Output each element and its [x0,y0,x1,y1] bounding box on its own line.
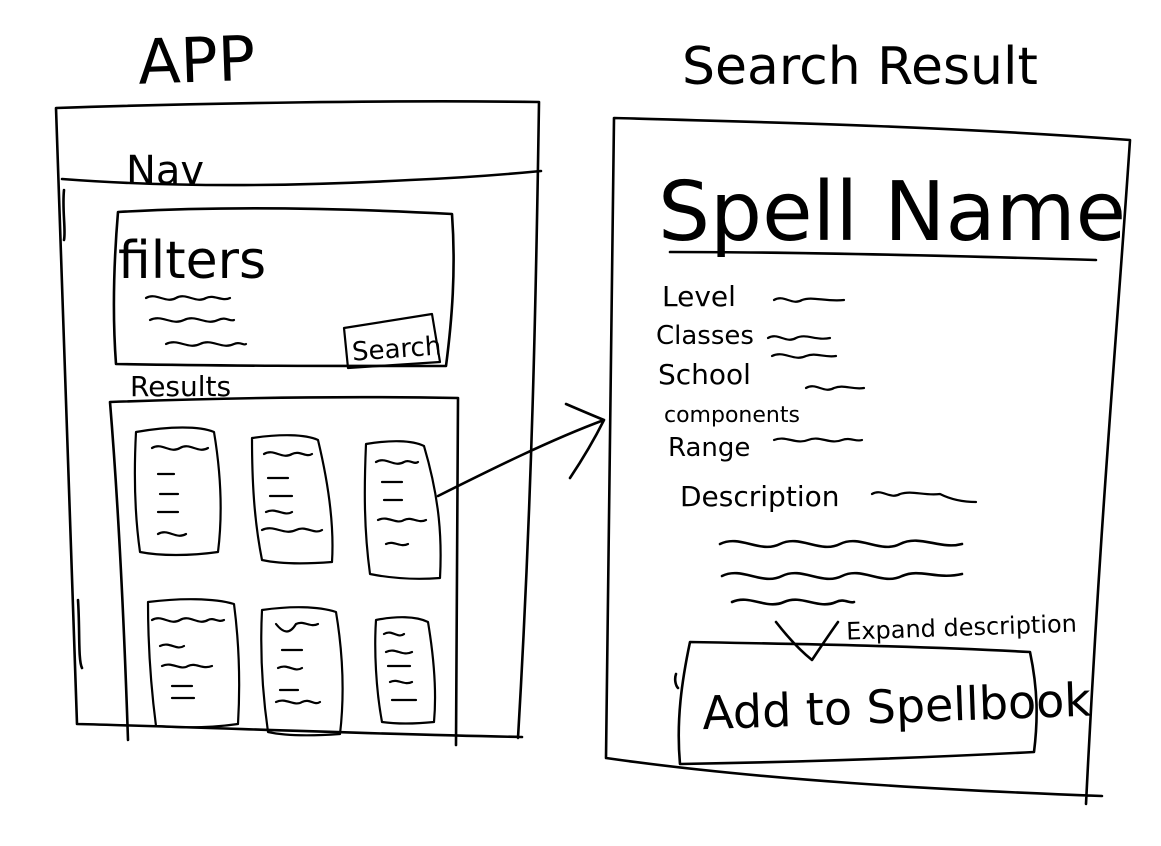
app-frame [54,100,541,740]
result-card[interactable] [133,426,222,557]
result-card[interactable] [260,606,344,737]
field-level-value [772,297,846,303]
result-card[interactable] [146,598,241,729]
field-range-value [772,437,864,443]
result-card[interactable] [363,440,442,580]
field-level-label: Level [662,280,736,313]
field-classes-label: Classes [656,321,754,351]
field-classes-value [766,335,838,359]
field-school-value [804,385,866,391]
description-text-line [718,539,964,549]
app-heading: APP [137,22,257,99]
filter-field-squiggle[interactable] [148,317,236,323]
wireframe-sketch: APP Nav filters Search Results Search Re… [54,22,1132,806]
result-card[interactable] [250,434,334,565]
description-label: Description [680,480,839,513]
result-card[interactable] [374,616,437,725]
spell-name: Spell Name [658,165,1126,260]
filter-field-squiggle[interactable] [164,341,248,347]
field-range-label: Range [668,433,750,463]
search-result-heading: Search Result [682,37,1038,97]
description-text-line [870,491,978,504]
search-button[interactable]: Search [351,331,442,367]
arrow-to-search-result [436,402,606,498]
chevron-down-icon[interactable] [774,620,840,662]
nav-label[interactable]: Nav [126,148,204,194]
results-panel [108,395,460,747]
description-text-line [720,571,964,581]
filters-title: filters [118,231,266,291]
filter-field-squiggle[interactable] [144,295,232,301]
description-text-line [730,598,856,606]
add-to-spellbook-button[interactable]: Add to Spellbook [701,673,1092,741]
expand-description-link[interactable]: Expand description [846,610,1078,646]
field-school-label: School [658,358,751,391]
field-components-label: components [664,403,800,428]
